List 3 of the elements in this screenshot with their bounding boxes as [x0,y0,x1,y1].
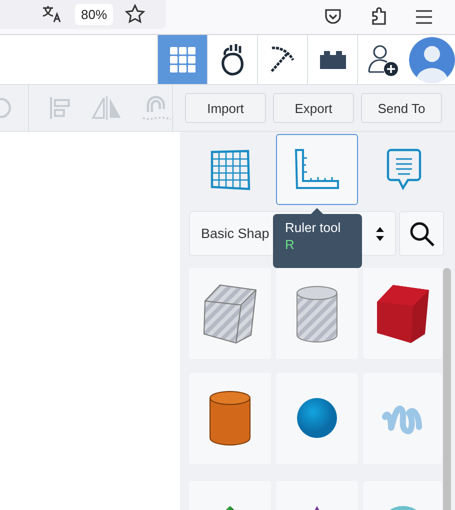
dropdown-value: Basic Shap [201,226,270,241]
tooltip-title: Ruler tool [285,220,341,235]
tooltip-shortcut: R [285,237,294,252]
